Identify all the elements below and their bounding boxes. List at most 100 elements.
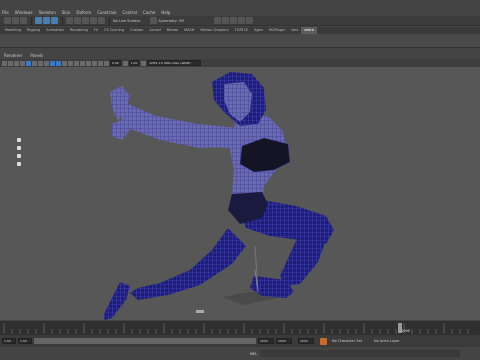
xray-icon[interactable] [92, 60, 97, 66]
save-scene-icon[interactable] [20, 17, 27, 24]
menu-cache[interactable]: Cache [143, 10, 155, 15]
tab-arnold[interactable]: Arnold [146, 27, 163, 34]
film-gate-icon[interactable] [44, 60, 49, 66]
tab-fx-caching[interactable]: FX Caching [101, 27, 127, 34]
symmetry-dropdown[interactable]: Symmetry: Off [158, 19, 183, 23]
select-object-icon[interactable] [43, 17, 50, 24]
arnold-render-icon[interactable] [245, 17, 253, 24]
shelf-tabs: Modeling Rigging Animation Rendering FX … [0, 27, 480, 34]
menu-file[interactable]: File [2, 10, 9, 15]
menu-skeleton[interactable]: Skeleton [39, 10, 56, 15]
menu-windows[interactable]: Windows [15, 10, 33, 15]
gamma-icon [122, 60, 128, 66]
snap-plane-icon[interactable] [90, 17, 97, 24]
tab-mgplugin[interactable]: MGPlugin [266, 27, 288, 34]
menu-help[interactable]: Help [161, 10, 170, 15]
tab-test[interactable]: test [288, 27, 301, 34]
range-slider-bar[interactable] [34, 338, 256, 344]
playback-end-field[interactable]: 1000 [258, 338, 274, 344]
colorspace-dropdown[interactable]: ACES 1.0 SDR-video (sRGB) [147, 60, 202, 66]
back-leg [130, 228, 246, 300]
tab-motion-graphics[interactable]: Motion Graphics [197, 27, 231, 34]
new-scene-icon[interactable] [4, 17, 11, 24]
live-surface-label[interactable]: No Live Surface [113, 19, 140, 23]
viewport-left-tools [17, 138, 22, 170]
tab-mash[interactable]: MASH [181, 27, 197, 34]
textured-icon[interactable] [62, 60, 67, 66]
exposure-field[interactable]: 0.00 [110, 60, 121, 66]
camera-attributes-icon[interactable] [8, 60, 13, 66]
grid-icon[interactable] [38, 60, 43, 66]
character-set-dropdown[interactable]: No Character Set [332, 339, 362, 343]
current-time-field[interactable]: 1000 [298, 338, 314, 344]
render-settings-icon[interactable] [229, 17, 237, 24]
tab-fx[interactable]: FX [91, 27, 101, 34]
prefs-icon[interactable] [320, 337, 327, 345]
snap-grid-icon[interactable] [66, 17, 73, 24]
lasso-tool-icon[interactable] [17, 146, 21, 150]
open-scene-icon[interactable] [12, 17, 19, 24]
snap-point-icon[interactable] [82, 17, 89, 24]
tab-turtle[interactable]: TURTLE [232, 27, 251, 34]
exposure-icon [104, 60, 109, 66]
menu-deform[interactable]: Deform [76, 10, 91, 15]
snap-curve-icon[interactable] [74, 17, 81, 24]
viewport-marker [196, 310, 204, 313]
snap-surface-icon[interactable] [98, 17, 105, 24]
move-tool-icon[interactable] [17, 162, 21, 166]
camera-select-icon[interactable] [2, 60, 7, 66]
grease-pencil-icon[interactable] [32, 60, 37, 66]
isolate-select-icon[interactable] [86, 60, 91, 66]
wireframe-icon[interactable] [50, 60, 55, 66]
bookmark-icon[interactable] [14, 60, 19, 66]
separator [109, 16, 110, 25]
shelf-content [0, 34, 480, 48]
gamma-field[interactable]: 1.00 [128, 60, 140, 66]
tab-rigging[interactable]: Rigging [24, 27, 43, 34]
front-shin [280, 232, 326, 286]
command-line: MEL [0, 347, 480, 360]
select-component-icon[interactable] [51, 17, 58, 24]
select-tool-icon[interactable] [17, 138, 21, 142]
tab-modeling[interactable]: Modeling [2, 27, 24, 34]
separator [62, 16, 63, 25]
character-wireframe-mesh [104, 72, 334, 320]
status-line: No Live Surface Symmetry: Off [0, 16, 480, 26]
2d-pan-zoom-icon[interactable] [26, 60, 31, 66]
render-icon[interactable] [213, 17, 221, 24]
playback-start-field[interactable]: 1.00 [18, 338, 32, 344]
paint-select-tool-icon[interactable] [17, 154, 21, 158]
perspective-viewport[interactable] [0, 67, 480, 320]
end-time-field[interactable]: 1000 [276, 338, 292, 344]
ambient-occlusion-icon[interactable] [80, 60, 85, 66]
tab-zebra[interactable]: zebra [301, 27, 317, 34]
back-foot [104, 282, 130, 320]
select-hierarchy-icon[interactable] [35, 17, 42, 24]
separator [31, 16, 32, 25]
panel-menu-renderer[interactable]: Renderer [4, 53, 22, 58]
symmetry-icon [150, 17, 158, 24]
menu-skin[interactable]: Skin [62, 10, 71, 15]
command-input[interactable] [260, 350, 461, 357]
range-slider: 1.00 1.00 1000 1000 1000 No Character Se… [0, 335, 480, 347]
hypershade-icon[interactable] [237, 17, 245, 24]
menu-constrain[interactable]: Constrain [97, 10, 116, 15]
shadows-icon[interactable] [74, 60, 79, 66]
time-slider[interactable]: 1000 [0, 321, 480, 335]
tab-xgen[interactable]: Xgen [251, 27, 266, 34]
menu-control[interactable]: Control [122, 10, 136, 15]
lights-icon[interactable] [68, 60, 73, 66]
tab-custom[interactable]: Custom [127, 27, 146, 34]
tab-animation[interactable]: Animation [43, 27, 67, 34]
smooth-shade-icon[interactable] [56, 60, 61, 66]
panel-menu-panels[interactable]: Panels [30, 53, 43, 58]
color-management-icon[interactable] [141, 60, 147, 66]
image-plane-icon[interactable] [20, 60, 25, 66]
anim-layer-dropdown[interactable]: No Anim Layer [374, 339, 400, 343]
mel-label[interactable]: MEL [250, 352, 257, 356]
start-time-field[interactable]: 1.00 [2, 338, 16, 344]
ipr-render-icon[interactable] [221, 17, 229, 24]
tab-rendering[interactable]: Rendering [67, 27, 91, 34]
xray-joints-icon[interactable] [98, 60, 103, 66]
tab-bifrost[interactable]: Bifrost [164, 27, 181, 34]
